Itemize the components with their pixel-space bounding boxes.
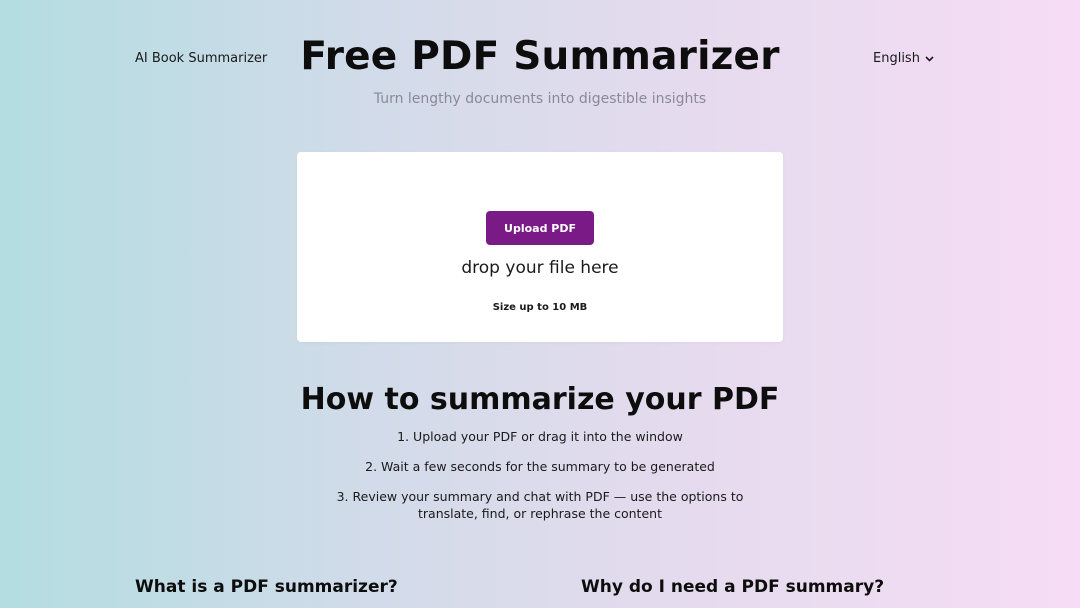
drop-file-text: drop your file here	[461, 258, 619, 278]
upload-pdf-button[interactable]: Upload PDF	[486, 211, 594, 245]
language-selector[interactable]: English	[873, 51, 934, 66]
step-item: 3. Review your summary and chat with PDF…	[336, 489, 744, 521]
step-item: 1. Upload your PDF or drag it into the w…	[397, 429, 683, 444]
language-label: English	[873, 51, 920, 66]
page-subtitle: Turn lengthy documents into digestible i…	[373, 91, 707, 107]
upload-dropzone[interactable]: Upload PDF drop your file here Size up t…	[297, 152, 783, 342]
chevron-down-icon	[925, 55, 934, 62]
step-item: 2. Wait a few seconds for the summary to…	[365, 459, 715, 474]
how-to-heading: How to summarize your PDF	[300, 382, 780, 417]
what-is-heading: What is a PDF summarizer?	[135, 577, 398, 597]
why-need-heading: Why do I need a PDF summary?	[581, 577, 885, 597]
how-to-steps: 1. Upload your PDF or drag it into the w…	[330, 428, 750, 535]
size-limit-text: Size up to 10 MB	[492, 302, 588, 313]
